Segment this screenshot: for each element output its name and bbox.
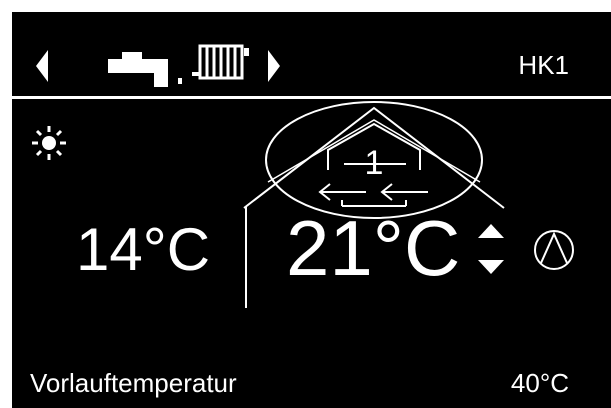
- compressor-icon: [534, 230, 574, 270]
- sun-icon: [32, 126, 66, 160]
- chevron-right-icon[interactable]: [264, 48, 284, 84]
- chevron-left-icon[interactable]: [32, 48, 52, 84]
- flow-temperature-value: 40°C: [510, 368, 569, 398]
- zone-number: 1: [365, 144, 384, 182]
- increase-setpoint-icon[interactable]: [476, 222, 506, 240]
- decrease-setpoint-icon[interactable]: [476, 258, 506, 276]
- thermostat-screen: HK1 1 14°C 21°C Vorlauftemperatur 40°C: [12, 12, 611, 408]
- radiator-icon: [192, 44, 249, 80]
- heating-circuit-label[interactable]: HK1: [518, 50, 569, 80]
- tap-icon: [108, 52, 182, 87]
- flow-temperature-label: Vorlauftemperatur: [30, 368, 237, 398]
- outdoor-temperature: 14°C: [76, 216, 211, 283]
- top-bar: HK1: [12, 12, 611, 96]
- room-temperature-setpoint[interactable]: 21°C: [286, 206, 460, 290]
